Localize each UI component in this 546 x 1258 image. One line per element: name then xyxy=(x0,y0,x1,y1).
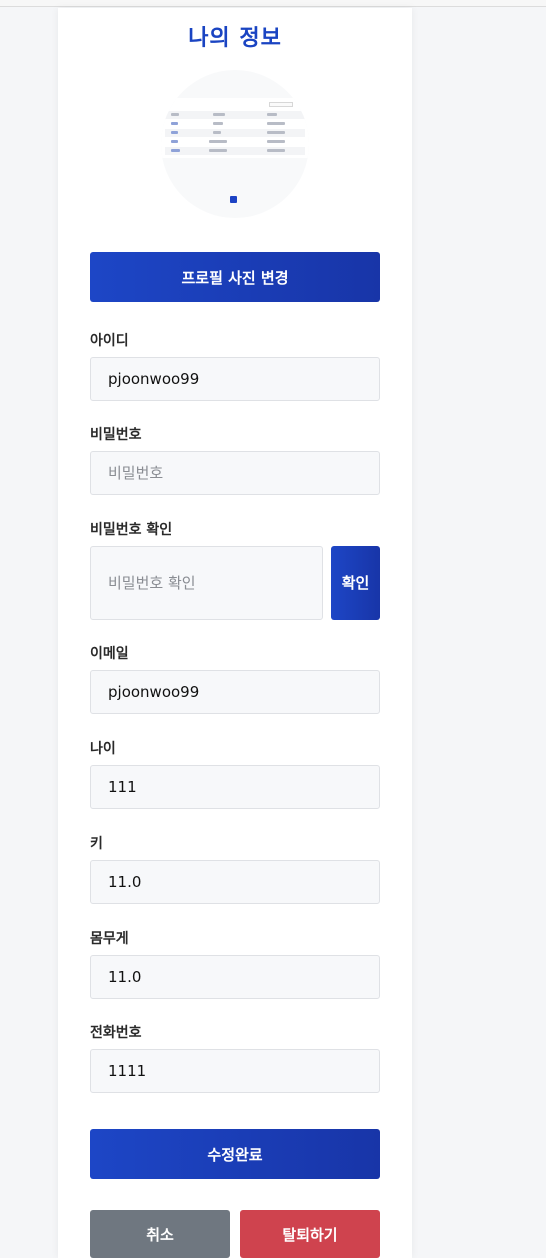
password-confirm-label: 비밀번호 확인 xyxy=(90,522,173,538)
password-label: 비밀번호 xyxy=(90,427,142,443)
email-field[interactable] xyxy=(90,670,380,714)
password-check-button[interactable]: 확인 xyxy=(331,546,380,620)
profile-thumbnail-icon xyxy=(161,98,309,158)
profile-image xyxy=(161,70,309,218)
page-title: 나의 정보 xyxy=(188,26,282,51)
password-field[interactable] xyxy=(90,451,380,495)
phone-label: 전화번호 xyxy=(90,1025,142,1041)
submit-button[interactable]: 수정완료 xyxy=(90,1129,380,1179)
change-photo-button[interactable]: 프로필 사진 변경 xyxy=(90,252,380,302)
age-label: 나이 xyxy=(90,741,116,757)
phone-field[interactable] xyxy=(90,1049,380,1093)
profile-card: 나의 정보 프로필 사진 변경 아이디 비밀번호 비밀번호 확인 확인 이메일 … xyxy=(58,8,412,1258)
height-label: 키 xyxy=(90,836,103,852)
withdraw-button[interactable]: 탈퇴하기 xyxy=(240,1210,380,1258)
carousel-dot[interactable] xyxy=(230,196,237,203)
email-label: 이메일 xyxy=(90,646,129,662)
height-field[interactable] xyxy=(90,860,380,904)
cancel-button[interactable]: 취소 xyxy=(90,1210,230,1258)
id-field[interactable] xyxy=(90,357,380,401)
weight-field[interactable] xyxy=(90,955,380,999)
browser-top-bar xyxy=(0,0,546,7)
password-confirm-field[interactable] xyxy=(90,546,323,620)
id-label: 아이디 xyxy=(90,333,129,349)
weight-label: 몸무게 xyxy=(90,931,129,947)
age-field[interactable] xyxy=(90,765,380,809)
